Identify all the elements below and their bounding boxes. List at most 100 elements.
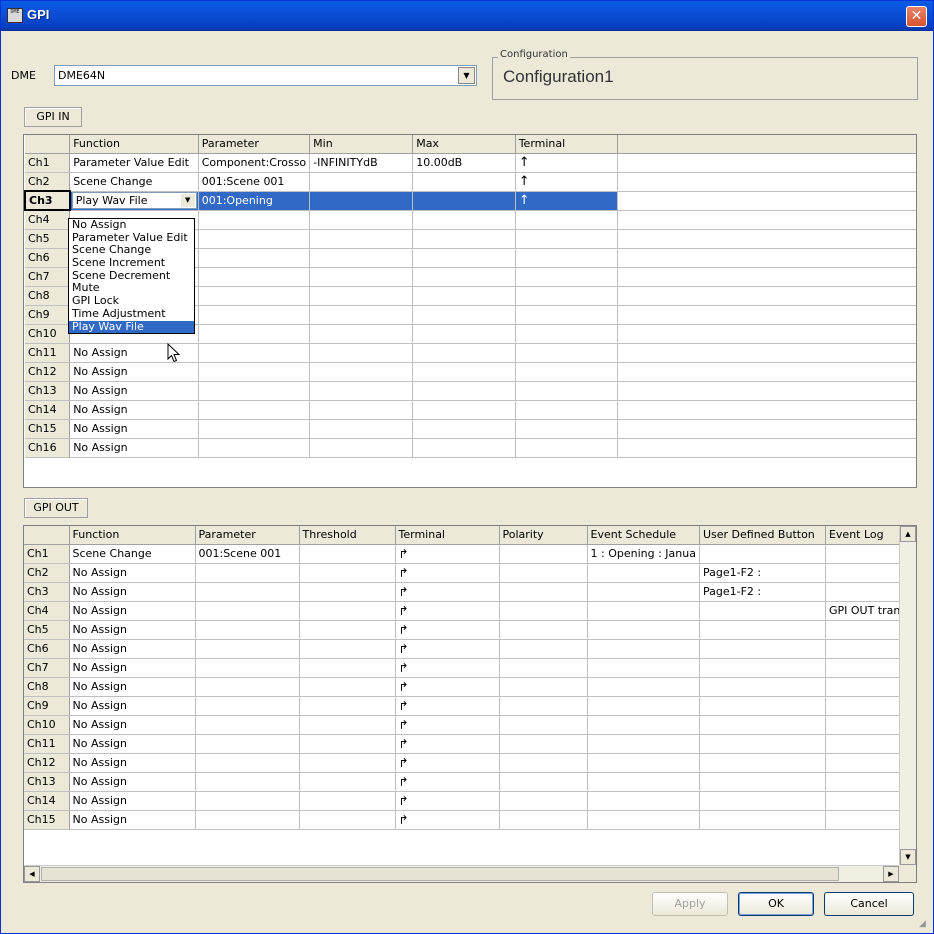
function-cell[interactable]: No Assign: [69, 658, 196, 678]
max-cell[interactable]: [412, 267, 516, 287]
terminal-cell[interactable]: [515, 267, 619, 287]
parameter-cell[interactable]: [195, 810, 300, 830]
table-row[interactable]: Ch12 No Assign ↱: [24, 753, 912, 773]
parameter-cell[interactable]: [198, 438, 311, 458]
parameter-cell[interactable]: [195, 601, 300, 621]
row-header[interactable]: Ch4: [25, 210, 71, 230]
function-cell[interactable]: Scene Change: [69, 544, 196, 564]
horizontal-scrollbar[interactable]: ◀ ▶: [24, 865, 899, 882]
table-row[interactable]: Ch7 No Assign ↱: [24, 658, 912, 678]
terminal-cell[interactable]: ↱: [395, 601, 500, 621]
polarity-cell[interactable]: [499, 791, 588, 811]
horizontal-scroll-thumb[interactable]: [41, 867, 839, 881]
terminal-cell[interactable]: [515, 438, 619, 458]
polarity-cell[interactable]: [499, 772, 588, 792]
function-cell[interactable]: Scene Change: [69, 172, 199, 192]
parameter-cell[interactable]: [198, 400, 311, 420]
table-row[interactable]: Ch2 No Assign ↱ Page1-F2 :: [24, 563, 912, 583]
dropdown-option[interactable]: No Assign: [69, 219, 194, 232]
max-cell[interactable]: [412, 343, 516, 363]
polarity-cell[interactable]: [499, 734, 588, 754]
parameter-cell[interactable]: [198, 286, 311, 306]
parameter-cell[interactable]: [198, 267, 311, 287]
chevron-down-icon[interactable]: ▼: [458, 67, 475, 84]
apply-button[interactable]: Apply: [652, 892, 728, 916]
table-row[interactable]: Ch11 No Assign: [25, 343, 916, 363]
min-cell[interactable]: [309, 286, 414, 306]
terminal-cell[interactable]: [515, 343, 619, 363]
terminal-cell[interactable]: [515, 419, 619, 439]
terminal-cell[interactable]: ↱: [395, 753, 500, 773]
row-header[interactable]: Ch14: [25, 400, 71, 420]
terminal-cell[interactable]: ↑: [515, 153, 619, 173]
min-cell[interactable]: [309, 438, 414, 458]
terminal-cell[interactable]: ↑: [515, 172, 619, 192]
table-row[interactable]: Ch16 No Assign: [25, 438, 916, 458]
user-defined-button-cell[interactable]: [699, 658, 826, 678]
table-row[interactable]: Ch3 No Assign ↱ Page1-F2 :: [24, 582, 912, 602]
event-schedule-cell[interactable]: [587, 658, 700, 678]
threshold-cell[interactable]: [299, 715, 396, 735]
user-defined-button-cell[interactable]: [699, 772, 826, 792]
dropdown-option[interactable]: Play Wav File: [69, 320, 194, 334]
parameter-cell[interactable]: [198, 343, 311, 363]
column-header-threshold[interactable]: Threshold: [299, 526, 396, 545]
polarity-cell[interactable]: [499, 810, 588, 830]
max-cell[interactable]: [412, 229, 516, 249]
table-row[interactable]: Ch13 No Assign ↱: [24, 772, 912, 792]
event-schedule-cell[interactable]: [587, 753, 700, 773]
title-bar[interactable]: DME GPI ✕: [1, 1, 933, 31]
row-header[interactable]: Ch10: [24, 715, 70, 735]
polarity-cell[interactable]: [499, 563, 588, 583]
max-cell[interactable]: [412, 248, 516, 268]
terminal-cell[interactable]: ↱: [395, 563, 500, 583]
threshold-cell[interactable]: [299, 810, 396, 830]
terminal-cell[interactable]: ↱: [395, 582, 500, 602]
min-cell[interactable]: [309, 191, 414, 211]
gpi-out-grid[interactable]: Function Parameter Threshold Terminal Po…: [23, 525, 917, 883]
min-cell[interactable]: [309, 362, 414, 382]
table-row[interactable]: Ch5 No Assign ↱: [24, 620, 912, 640]
parameter-cell[interactable]: [198, 362, 311, 382]
polarity-cell[interactable]: [499, 696, 588, 716]
threshold-cell[interactable]: [299, 601, 396, 621]
row-header[interactable]: Ch5: [24, 620, 70, 640]
terminal-cell[interactable]: [515, 210, 619, 230]
event-schedule-cell[interactable]: [587, 734, 700, 754]
row-header[interactable]: Ch11: [24, 734, 70, 754]
user-defined-button-cell[interactable]: Page1-F2 :: [699, 582, 826, 602]
terminal-cell[interactable]: ↑: [515, 191, 619, 211]
threshold-cell[interactable]: [299, 753, 396, 773]
parameter-cell[interactable]: [195, 582, 300, 602]
column-header-user-defined-button[interactable]: User Defined Button: [699, 526, 826, 545]
max-cell[interactable]: 10.00dB: [412, 153, 516, 173]
min-cell[interactable]: -INFINITYdB: [309, 153, 414, 173]
parameter-cell[interactable]: [198, 305, 311, 325]
min-cell[interactable]: [309, 324, 414, 344]
polarity-cell[interactable]: [499, 677, 588, 697]
row-header[interactable]: Ch15: [24, 810, 70, 830]
terminal-cell[interactable]: [515, 305, 619, 325]
terminal-cell[interactable]: ↱: [395, 620, 500, 640]
table-row[interactable]: Ch15 No Assign: [25, 419, 916, 439]
event-schedule-cell[interactable]: [587, 639, 700, 659]
max-cell[interactable]: [412, 438, 516, 458]
scroll-right-icon[interactable]: ▶: [883, 866, 899, 882]
parameter-cell[interactable]: 001:Opening: [198, 191, 311, 211]
max-cell[interactable]: [412, 419, 516, 439]
row-header[interactable]: Ch3: [24, 582, 70, 602]
min-cell[interactable]: [309, 343, 414, 363]
min-cell[interactable]: [309, 248, 414, 268]
parameter-cell[interactable]: [198, 419, 311, 439]
column-header-terminal[interactable]: Terminal: [395, 526, 500, 545]
parameter-cell[interactable]: [195, 715, 300, 735]
event-schedule-cell[interactable]: [587, 563, 700, 583]
row-header[interactable]: Ch9: [24, 696, 70, 716]
table-row[interactable]: Ch1 Parameter Value Edit Component:Crosso -…: [25, 153, 916, 173]
row-header[interactable]: Ch6: [25, 248, 71, 268]
terminal-cell[interactable]: [515, 362, 619, 382]
table-row[interactable]: Ch2 Scene Change 001:Scene 001 ↑: [25, 172, 916, 192]
dropdown-option[interactable]: Time Adjustment: [69, 307, 194, 321]
threshold-cell[interactable]: [299, 544, 396, 564]
row-header[interactable]: Ch12: [24, 753, 70, 773]
